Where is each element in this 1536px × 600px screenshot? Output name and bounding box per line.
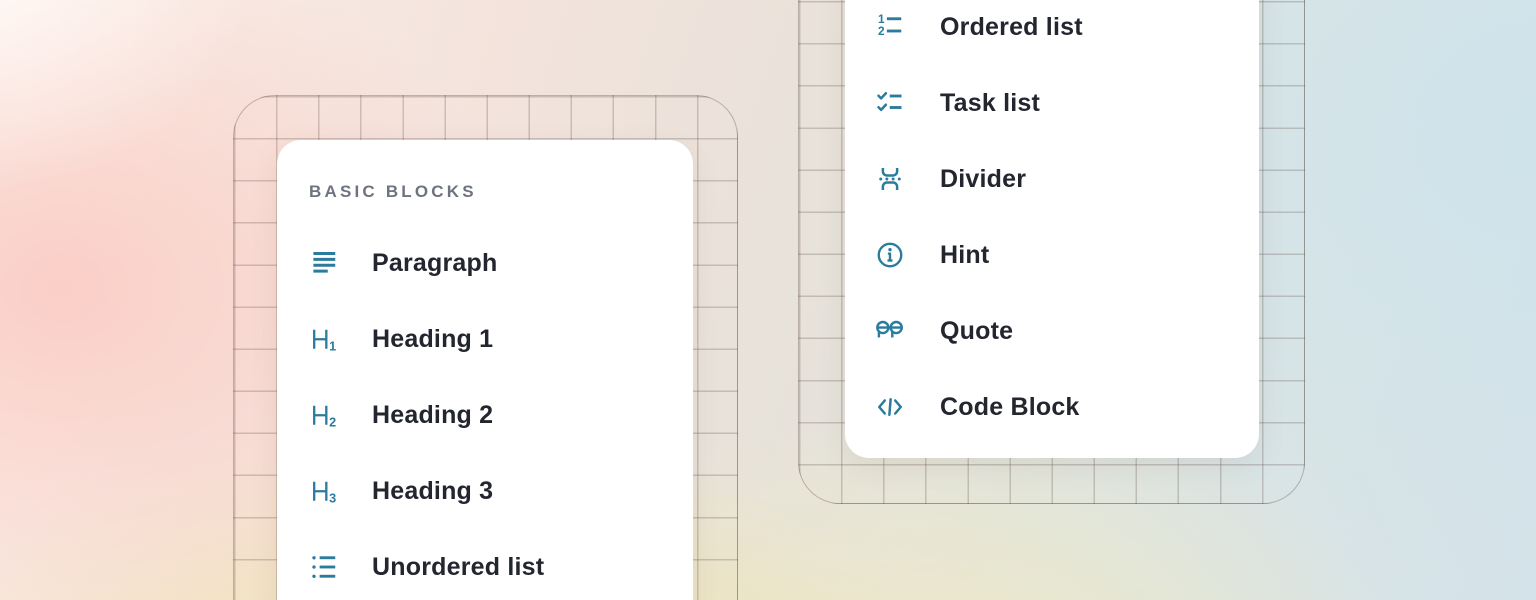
- menu-item-divider[interactable]: Divider: [845, 141, 1259, 217]
- menu-item-heading-1[interactable]: 1 Heading 1: [277, 301, 693, 377]
- menu-item-heading-3[interactable]: 3 Heading 3: [277, 453, 693, 529]
- menu-item-code-block[interactable]: Code Block: [845, 369, 1259, 445]
- hint-icon: [875, 240, 905, 270]
- menu-item-hint[interactable]: Hint: [845, 217, 1259, 293]
- block-menu-extended: 1 2 Ordered list: [845, 0, 1259, 458]
- menu-item-label: Unordered list: [372, 553, 544, 582]
- menu-item-label: Hint: [940, 241, 989, 270]
- block-menu-basic: BASIC BLOCKS Paragraph: [277, 140, 693, 600]
- menu-item-label: Heading 1: [372, 325, 493, 354]
- task-list-icon: [875, 88, 905, 118]
- menu-item-label: Paragraph: [372, 249, 497, 278]
- svg-text:2: 2: [878, 24, 885, 38]
- menu-item-label: Ordered list: [940, 13, 1083, 42]
- unordered-list-icon: [309, 552, 339, 582]
- menu-item-quote[interactable]: Quote: [845, 293, 1259, 369]
- svg-text:2: 2: [329, 416, 336, 430]
- menu-item-heading-2[interactable]: 2 Heading 2: [277, 377, 693, 453]
- menu-item-label: Code Block: [940, 393, 1080, 422]
- section-label-basic-blocks: BASIC BLOCKS: [309, 182, 693, 202]
- menu-item-label: Heading 3: [372, 477, 493, 506]
- menu-item-label: Task list: [940, 89, 1040, 118]
- menu-item-label: Heading 2: [372, 401, 493, 430]
- heading-3-icon: 3: [309, 476, 339, 506]
- svg-text:1: 1: [329, 340, 336, 354]
- divider-icon: [875, 164, 905, 194]
- quote-icon: [875, 316, 905, 346]
- heading-1-icon: 1: [309, 324, 339, 354]
- menu-item-task-list[interactable]: Task list: [845, 65, 1259, 141]
- menu-item-label: Divider: [940, 165, 1026, 194]
- menu-item-unordered-list[interactable]: Unordered list: [277, 529, 693, 600]
- code-block-icon: [875, 392, 905, 422]
- menu-item-ordered-list[interactable]: 1 2 Ordered list: [845, 0, 1259, 65]
- svg-text:3: 3: [329, 492, 336, 506]
- menu-item-label: Quote: [940, 317, 1013, 346]
- menu-item-paragraph[interactable]: Paragraph: [277, 225, 693, 301]
- basic-blocks-list: Paragraph 1 Heading 1: [277, 225, 693, 600]
- extended-blocks-list: 1 2 Ordered list: [845, 0, 1259, 445]
- heading-2-icon: 2: [309, 400, 339, 430]
- gradient-background: BASIC BLOCKS Paragraph: [0, 0, 1536, 600]
- paragraph-icon: [309, 248, 339, 278]
- ordered-list-icon: 1 2: [875, 12, 905, 42]
